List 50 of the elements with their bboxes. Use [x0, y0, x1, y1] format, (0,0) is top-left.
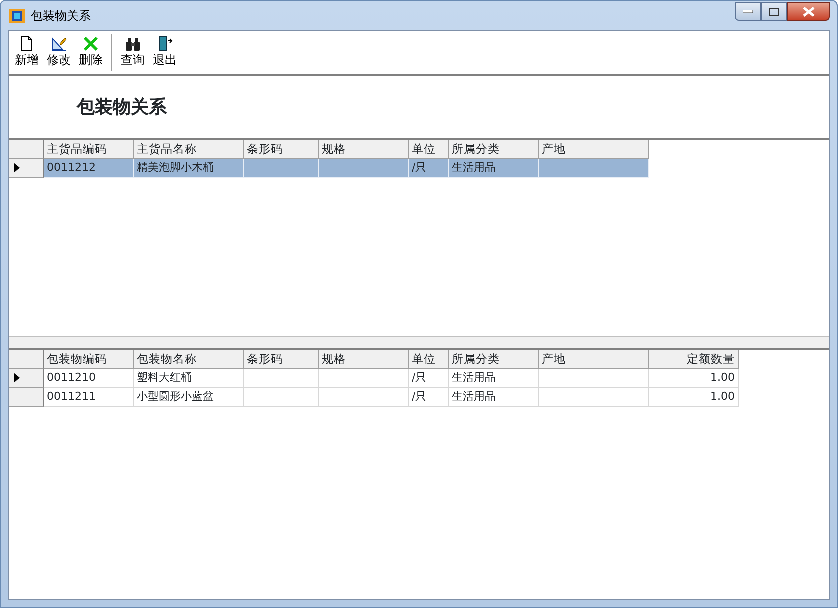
table-cell: 小型圆形小蓝盆: [134, 388, 244, 407]
table-cell: 0011212: [44, 159, 134, 178]
column-header[interactable]: 产地: [539, 140, 649, 159]
toolbar-button[interactable]: 查询: [118, 34, 148, 71]
close-button[interactable]: [787, 2, 830, 21]
table-cell: 0011210: [44, 369, 134, 388]
minimize-icon: [743, 10, 753, 14]
table-cell: 精美泡脚小木桶: [134, 159, 244, 178]
toolbar-button[interactable]: 新增: [12, 34, 42, 71]
toolbar-button[interactable]: 删除: [76, 34, 106, 71]
column-header[interactable]: 单位: [409, 140, 449, 159]
minimize-button[interactable]: [735, 2, 761, 21]
column-header[interactable]: 规格: [319, 350, 409, 369]
column-header[interactable]: 所属分类: [449, 350, 539, 369]
column-header[interactable]: 包装物名称: [134, 350, 244, 369]
column-header[interactable]: 条形码: [244, 140, 319, 159]
column-header[interactable]: 规格: [319, 140, 409, 159]
table-cell: 0011211: [44, 388, 134, 407]
table-cell: 生活用品: [449, 388, 539, 407]
column-header[interactable]: 定额数量: [649, 350, 739, 369]
form-heading: 包装物关系: [77, 97, 167, 118]
toolbar-button[interactable]: 修改: [44, 34, 74, 71]
row-header[interactable]: [9, 369, 44, 388]
column-header[interactable]: 产地: [539, 350, 649, 369]
app-icon: [9, 8, 25, 24]
table-cell: /只: [409, 159, 449, 178]
maximize-icon: [769, 8, 779, 16]
table-cell: /只: [409, 369, 449, 388]
close-icon: [802, 6, 814, 16]
door-exit-icon: [157, 36, 173, 52]
column-header[interactable]: 所属分类: [449, 140, 539, 159]
binoculars-icon: [125, 36, 141, 52]
table-cell: 生活用品: [449, 369, 539, 388]
window-title: 包装物关系: [31, 8, 92, 24]
ruler-pencil-icon: [51, 36, 67, 52]
table-cell: 塑料大红桶: [134, 369, 244, 388]
table-cell: 1.00: [649, 388, 739, 407]
column-header[interactable]: 单位: [409, 350, 449, 369]
column-header[interactable]: 主货品名称: [134, 140, 244, 159]
table-cell: 1.00: [649, 369, 739, 388]
maximize-button[interactable]: [761, 2, 787, 21]
table-cell: 生活用品: [449, 159, 539, 178]
page-icon: [19, 36, 35, 52]
column-header[interactable]: 条形码: [244, 350, 319, 369]
row-header[interactable]: [9, 159, 44, 178]
column-header[interactable]: 主货品编码: [44, 140, 134, 159]
table-cell: /只: [409, 388, 449, 407]
column-header[interactable]: 包装物编码: [44, 350, 134, 369]
cross-icon: [83, 36, 99, 52]
toolbar-button[interactable]: 退出: [150, 34, 180, 71]
